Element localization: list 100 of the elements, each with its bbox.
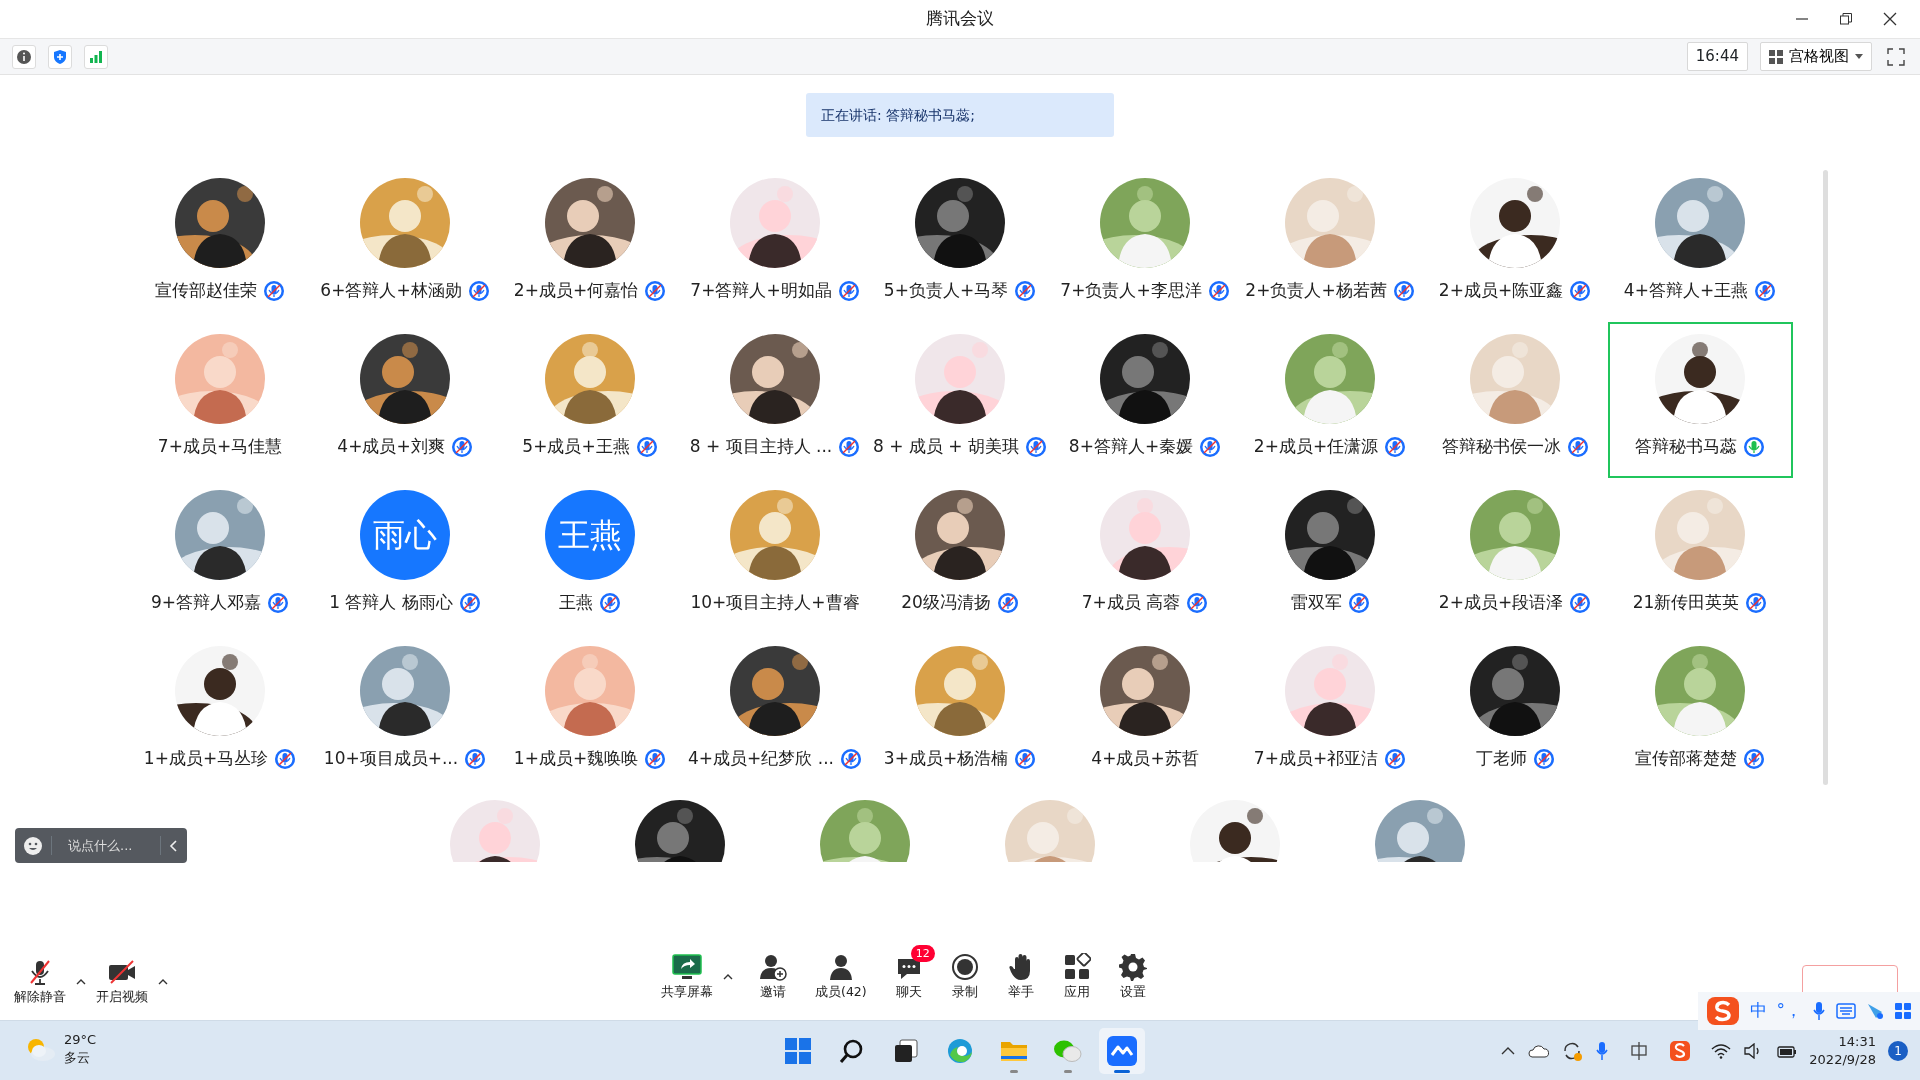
info-button[interactable] [12,44,36,69]
add-person-icon [759,953,787,981]
raise-hand-button[interactable]: 举手 [1000,953,1041,1002]
avatar-initials: 雨心 [360,490,450,580]
participant-name: 10+项目主持人+曹睿 [690,591,860,614]
participant-tile[interactable]: 8+答辩人+秦媛 [1052,322,1238,478]
start-video-button[interactable]: 开启视频 [90,958,154,1007]
participant-tile[interactable]: 4+成员+纪梦欣 ... [682,634,868,790]
sogou-logo-icon[interactable] [1669,1040,1692,1062]
participant-tile[interactable]: 7+负责人+李思洋 [1052,166,1238,322]
shield-button[interactable] [48,44,72,69]
participant-tile[interactable]: 4+答辩人+王燕 [1607,166,1793,322]
sogou-logo-icon[interactable] [1705,996,1740,1026]
participant-tile[interactable]: 3+成员+杨浩楠 [867,634,1053,790]
cloud-icon[interactable] [1527,1043,1550,1059]
participant-tile[interactable]: 丁老师 [1422,634,1608,790]
participant-tile[interactable]: 20级冯清扬 [867,478,1053,634]
grid-menu-icon[interactable] [1894,1002,1912,1020]
participant-tile[interactable]: 7+成员 高蓉 [1052,478,1238,634]
input-method-icon[interactable] [1629,1041,1650,1061]
participant-tile[interactable]: 1+成员+马丛珍 [127,634,313,790]
participant-tile[interactable]: 4+成员+刘爽 [312,322,498,478]
participant-tile[interactable]: 4+成员+苏哲 [1052,634,1238,790]
collapse-icon[interactable] [169,839,179,852]
participant-name: 3+成员+杨浩楠 [883,747,1009,770]
participant-tile[interactable]: 9+答辩人邓嘉 [127,478,313,634]
participant-name: 答辩秘书侯一冰 [1441,435,1561,458]
participant-name: 7+成员 高蓉 [1081,591,1181,614]
participant-name: 2+成员+何嘉怡 [513,279,639,302]
participant-name: 丁老师 [1475,747,1527,770]
participant-name: 8 + 成员 + 胡美琪 [873,435,1019,458]
share-screen-button[interactable]: 共享屏幕 [655,953,719,1002]
battery-icon[interactable] [1775,1043,1798,1059]
participant-name: 2+成员+任潇源 [1253,435,1379,458]
participant-tile[interactable]: 答辩秘书马蕊 [1607,322,1793,478]
participant-tile[interactable]: 8 + 项目主持人 ... [682,322,868,478]
clock-time[interactable]: 14:31 [1838,1033,1876,1051]
signal-icon [88,48,104,65]
meeting-app-button[interactable] [1099,1027,1145,1074]
participant-tile[interactable]: 雨心 1 答辩人 杨雨心 [312,478,498,634]
speaking-banner: 正在讲话: 答辩秘书马蕊; [806,93,1114,137]
window-title: 腾讯会议 [926,7,994,31]
participant-name: 21新传田英英 [1632,591,1740,614]
settings-button[interactable]: 设置 [1112,953,1153,1002]
participant-tile[interactable]: 宣传部蒋楚楚 [1607,634,1793,790]
chevron-up-icon[interactable] [1501,1046,1516,1056]
invite-button[interactable]: 邀请 [753,953,793,1002]
participant-tile[interactable]: 2+成员+段语泽 [1422,478,1608,634]
participant-tile[interactable]: 7+成员+祁亚洁 [1237,634,1423,790]
microphone-icon[interactable] [1595,1041,1610,1061]
punctuation-mode[interactable]: °， [1776,998,1802,1024]
scrollbar[interactable] [1823,170,1828,785]
sync-icon[interactable] [1561,1040,1584,1062]
view-dropdown[interactable]: 宫格视图 [1760,42,1872,71]
participant-name: 宣传部蒋楚楚 [1635,747,1737,770]
participant-name: 雷双军 [1290,591,1342,614]
unread-badge: 12 [910,945,935,962]
emoji-icon[interactable] [23,835,43,856]
microphone-icon[interactable] [1812,1001,1826,1021]
participant-tile[interactable]: 7+答辩人+明如晶 [682,166,868,322]
participant-name: 4+成员+刘爽 [337,435,445,458]
participant-tile[interactable]: 5+成员+王燕 [497,322,683,478]
participant-tile[interactable]: 雷双军 [1237,478,1423,634]
search-icon [839,1037,865,1064]
keyboard-icon[interactable] [1836,1003,1856,1019]
chat-input[interactable]: 说点什么... [15,828,187,863]
ime-mode[interactable]: 中 [1749,998,1767,1024]
settings-icon [1118,953,1147,981]
unmute-button[interactable]: 解除静音 [8,958,72,1007]
participant-tile[interactable]: 答辩秘书侯一冰 [1422,322,1608,478]
participant-tile[interactable]: 2+成员+陈亚鑫 [1422,166,1608,322]
participant-tile[interactable]: 8 + 成员 + 胡美琪 [867,322,1053,478]
members-button[interactable]: 成员(42) [809,953,873,1002]
participant-tile[interactable]: 5+负责人+马琴 [867,166,1053,322]
participant-name: 1+成员+魏唤唤 [513,747,639,770]
skin-icon[interactable] [1866,1002,1884,1020]
participant-name: 4+答辩人+王燕 [1623,279,1749,302]
participant-tile[interactable]: 10+项目成员+... [312,634,498,790]
participant-tile[interactable]: 王燕 王燕 [497,478,683,634]
participant-tile[interactable]: 10+项目主持人+曹睿 [682,478,868,634]
participant-tile[interactable]: 1+成员+魏唤唤 [497,634,683,790]
apps-button[interactable]: 应用 [1056,953,1097,1002]
participant-tile[interactable]: 21新传田英英 [1607,478,1793,634]
participant-tile[interactable]: 宣传部赵佳荣 [127,166,313,322]
shield-icon [52,48,68,65]
participant-name: 4+成员+纪梦欣 ... [688,747,834,770]
wifi-icon[interactable] [1711,1043,1732,1059]
participant-tile[interactable]: 7+成员+马佳慧 [127,322,313,478]
record-button[interactable]: 录制 [944,953,985,1002]
notification-badge[interactable]: 1 [1888,1041,1908,1061]
participant-name: 6+答辩人+林涵勋 [320,279,462,302]
participant-tile[interactable]: 2+负责人+杨若茜 [1237,166,1423,322]
grid-icon [1769,49,1783,64]
participant-tile[interactable]: 6+答辩人+林涵勋 [312,166,498,322]
clock-date[interactable]: 2022/9/28 [1809,1051,1876,1069]
signal-button[interactable] [84,44,108,69]
participant-tile[interactable]: 2+成员+任潇源 [1237,322,1423,478]
participant-tile[interactable]: 2+成员+何嘉怡 [497,166,683,322]
browser-icon [946,1036,974,1065]
participant-name: 1 答辩人 杨雨心 [329,591,453,614]
